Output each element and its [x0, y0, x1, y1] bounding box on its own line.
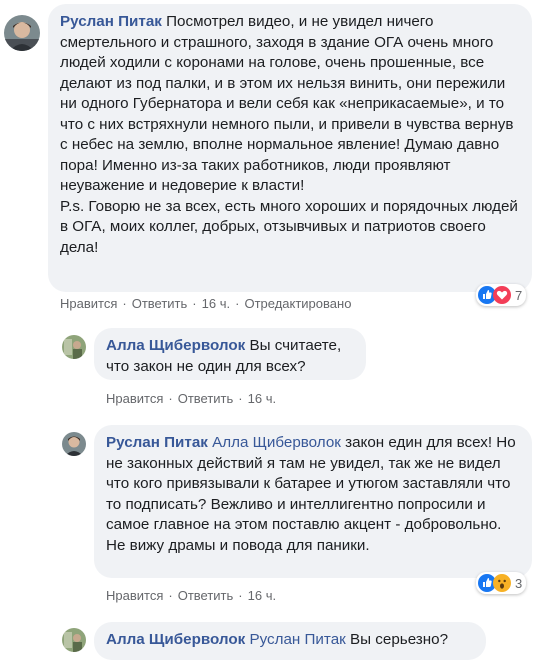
avatar-alla[interactable] — [62, 628, 86, 652]
user-photo-icon — [62, 335, 86, 359]
reaction-count: 7 — [515, 287, 523, 303]
user-photo-icon — [62, 628, 86, 652]
avatar-ruslan-small[interactable] — [62, 432, 86, 456]
comment-text: Посмотрел видео, и не увидел ничего смер… — [60, 13, 514, 194]
comment-author[interactable]: Руслан Питак — [60, 13, 162, 30]
like-link[interactable]: Нравится — [60, 296, 117, 311]
avatar-ruslan[interactable] — [4, 15, 40, 51]
reply-link[interactable]: Ответить — [178, 391, 234, 406]
comment-author[interactable]: Алла Щиберволок — [106, 337, 245, 354]
reply-bubble: Алла Щиберволок Руслан Питак Вы серьезно… — [94, 622, 486, 660]
like-link[interactable]: Нравится — [106, 391, 163, 406]
comment-author[interactable]: Алла Щиберволок — [106, 631, 245, 648]
reply-bubble: Руслан Питак Алла Щиберволок закон един … — [94, 425, 532, 578]
reply-link[interactable]: Ответить — [132, 296, 188, 311]
reply-bubble: Алла Щиберволок Вы считаете, что закон н… — [94, 328, 366, 380]
user-photo-icon — [62, 432, 86, 456]
avatar-alla[interactable] — [62, 335, 86, 359]
love-reaction-icon — [493, 286, 511, 304]
comment-ps-text: P.s. Говорю не за всех, есть много хорош… — [60, 197, 518, 256]
reply-actions: Нравится · Ответить · 16 ч. — [106, 391, 277, 406]
reaction-summary[interactable]: 7 — [476, 284, 527, 306]
timestamp-link[interactable]: 16 ч. — [248, 391, 276, 406]
comment-author[interactable]: Руслан Питак — [106, 434, 208, 451]
comment-bubble: Руслан Питак Посмотрел видео, и не увиде… — [48, 4, 532, 292]
reaction-count: 3 — [515, 575, 523, 591]
reaction-summary[interactable]: 3 — [476, 572, 527, 594]
timestamp-link[interactable]: 16 ч. — [202, 296, 230, 311]
comment-text: закон един для всех! Но не законных дейс… — [106, 434, 516, 554]
comment-actions: Нравится · Ответить · 16 ч. · Отредактировано — [60, 296, 352, 311]
user-photo-icon — [4, 15, 40, 51]
reply-link[interactable]: Ответить — [178, 588, 234, 603]
like-link[interactable]: Нравится — [106, 588, 163, 603]
wow-reaction-icon — [493, 574, 511, 592]
reply-actions: Нравится · Ответить · 16 ч. — [106, 588, 277, 603]
timestamp-link[interactable]: 16 ч. — [248, 588, 276, 603]
edited-label: Отредактировано — [244, 296, 352, 311]
mention-link[interactable]: Алла Щиберволок — [212, 434, 341, 451]
mention-link[interactable]: Руслан Питак — [249, 631, 345, 648]
comment-text: Вы серьезно? — [350, 631, 449, 648]
